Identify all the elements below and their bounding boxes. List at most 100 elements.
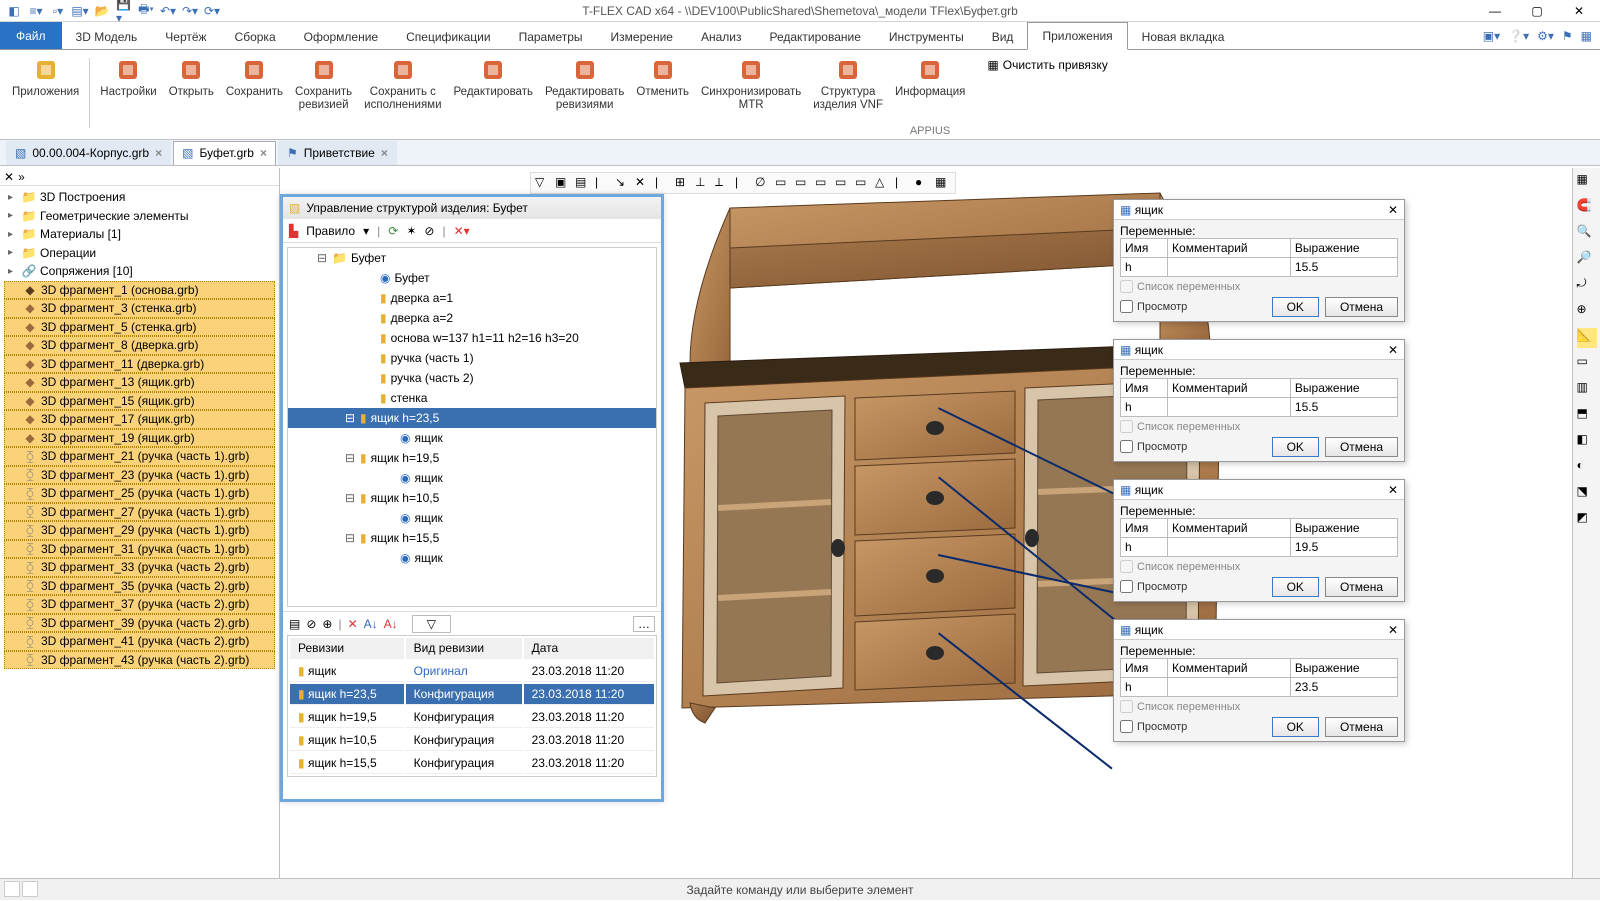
structure-tree-row[interactable]: ▮дверка a=2: [288, 308, 656, 328]
cancel-button[interactable]: Отмена: [1325, 297, 1398, 317]
ribbon-tab[interactable]: Параметры: [505, 22, 597, 49]
ribbon-tab[interactable]: Новая вкладка: [1128, 22, 1239, 49]
ribbon-tab[interactable]: 3D Модель: [62, 22, 152, 49]
ribbon-button[interactable]: Редактировать: [448, 54, 539, 128]
tree-row[interactable]: ◆3D фрагмент_5 (стенка.grb): [4, 318, 275, 337]
ribbon-tab[interactable]: Спецификации: [392, 22, 504, 49]
ribbon-button[interactable]: Структура изделия VNF: [807, 54, 889, 128]
ribbon-button[interactable]: Информация: [889, 54, 971, 128]
maximize-button[interactable]: ▢: [1516, 0, 1558, 22]
dialog-close-icon[interactable]: ✕: [1388, 483, 1398, 497]
help-icon[interactable]: ❔▾: [1508, 29, 1529, 43]
tree-row[interactable]: ⧲3D фрагмент_27 (ручка (часть 1).grb): [4, 503, 275, 522]
ribbon-tab[interactable]: Чертёж: [151, 22, 220, 49]
cancel-button[interactable]: Отмена: [1325, 717, 1398, 737]
tree-row[interactable]: ▸📁Геометрические элементы: [4, 207, 275, 226]
structure-tree-row[interactable]: ⊟📁Буфет: [288, 248, 656, 268]
vars-table[interactable]: ИмяКомментарийВыражение h15.5: [1120, 378, 1398, 417]
structure-tree-row[interactable]: ◉ящик: [288, 428, 656, 448]
refresh-icon[interactable]: ⟳▾: [204, 3, 220, 19]
revision-row[interactable]: ▮ ящик h=19,5Конфигурация23.03.2018 11:2…: [290, 707, 654, 728]
close-tab-icon[interactable]: ×: [381, 146, 388, 160]
tree-row[interactable]: ▸📁3D Построения: [4, 188, 275, 207]
tree-row[interactable]: ◆3D фрагмент_13 (ящик.grb): [4, 373, 275, 392]
close-tab-icon[interactable]: ×: [260, 146, 267, 160]
collapse-ribbon-icon[interactable]: ▣▾: [1483, 29, 1500, 43]
tree-row[interactable]: ⧲3D фрагмент_29 (ручка (часть 1).grb): [4, 521, 275, 540]
ok-button[interactable]: OK: [1272, 297, 1319, 317]
structure-tree[interactable]: ⊟📁Буфет◉Буфет▮дверка a=1▮дверка a=2▮осно…: [287, 247, 657, 607]
cancel-button[interactable]: Отмена: [1325, 437, 1398, 457]
ribbon-button[interactable]: Открыть: [163, 54, 220, 128]
tree-row[interactable]: ⧲3D фрагмент_25 (ручка (часть 1).grb): [4, 484, 275, 503]
panel-menu-icon[interactable]: »: [18, 170, 25, 184]
dialog-close-icon[interactable]: ✕: [1388, 623, 1398, 637]
ribbon-tab[interactable]: Редактирование: [755, 22, 874, 49]
dialog-close-icon[interactable]: ✕: [1388, 203, 1398, 217]
ribbon-button[interactable]: Сохранить: [220, 54, 289, 128]
tree-row[interactable]: ◆3D фрагмент_17 (ящик.grb): [4, 410, 275, 429]
ok-button[interactable]: OK: [1272, 577, 1319, 597]
model-tree[interactable]: ▸📁3D Построения▸📁Геометрические элементы…: [0, 186, 279, 878]
preview-checkbox[interactable]: [1120, 300, 1133, 313]
close-button[interactable]: ✕: [1558, 0, 1600, 22]
ribbon-button[interactable]: Сохранить ревизией: [289, 54, 358, 128]
revision-row[interactable]: ▮ ящик h=10,5Конфигурация23.03.2018 11:2…: [290, 730, 654, 751]
tree-row[interactable]: ⧲3D фрагмент_21 (ручка (часть 1).grb): [4, 447, 275, 466]
tree-row[interactable]: ▸📁Операции: [4, 244, 275, 263]
tree-row[interactable]: ▸📁Материалы [1]: [4, 225, 275, 244]
tree-row[interactable]: ◆3D фрагмент_19 (ящик.grb): [4, 429, 275, 448]
structure-tree-row[interactable]: ◉Буфет: [288, 268, 656, 288]
tree-row[interactable]: ◆3D фрагмент_11 (дверка.grb): [4, 355, 275, 374]
menu-icon[interactable]: ≡▾: [28, 3, 44, 19]
structure-tree-row[interactable]: ◉ящик: [288, 548, 656, 568]
ribbon-tab[interactable]: Анализ: [687, 22, 756, 49]
tree-row[interactable]: ⧲3D фрагмент_33 (ручка (часть 2).grb): [4, 558, 275, 577]
structure-tree-row[interactable]: ▮дверка a=1: [288, 288, 656, 308]
ribbon-tab[interactable]: Оформление: [290, 22, 392, 49]
document-tab[interactable]: ▧00.00.004-Корпус.grb×: [6, 141, 171, 165]
tree-row[interactable]: ◆3D фрагмент_1 (основа.grb): [4, 281, 275, 300]
ribbon-button[interactable]: Приложения: [6, 54, 85, 128]
structure-toolbar[interactable]: ▙ Правило▾ | ⟳✶⊘ | ✕▾: [283, 219, 661, 243]
ribbon-tab[interactable]: Вид: [978, 22, 1028, 49]
new-icon[interactable]: ▫▾: [50, 3, 66, 19]
structure-tree-row[interactable]: ⊟▮ящик h=15,5: [288, 528, 656, 548]
tree-row[interactable]: ◆3D фрагмент_8 (дверка.grb): [4, 336, 275, 355]
grid-icon[interactable]: ▦: [1581, 29, 1592, 43]
ribbon-tab[interactable]: Сборка: [221, 22, 290, 49]
tree-row[interactable]: ⧲3D фрагмент_43 (ручка (часть 2).grb): [4, 651, 275, 670]
minimize-button[interactable]: —: [1474, 0, 1516, 22]
ok-button[interactable]: OK: [1272, 437, 1319, 457]
tree-row[interactable]: ⧲3D фрагмент_41 (ручка (часть 2).grb): [4, 632, 275, 651]
vars-table[interactable]: ИмяКомментарийВыражение h19.5: [1120, 518, 1398, 557]
ribbon-tab[interactable]: Приложения: [1027, 22, 1127, 50]
redo-icon[interactable]: ↷▾: [182, 3, 198, 19]
structure-tree-row[interactable]: ▮ручка (часть 1): [288, 348, 656, 368]
structure-tree-row[interactable]: ⊟▮ящик h=10,5: [288, 488, 656, 508]
ok-button[interactable]: OK: [1272, 717, 1319, 737]
preview-checkbox[interactable]: [1120, 720, 1133, 733]
ribbon-button[interactable]: Синхронизировать MTR: [695, 54, 807, 128]
vars-table[interactable]: ИмяКомментарийВыражение h23.5: [1120, 658, 1398, 697]
revision-row[interactable]: ▮ ящик h=15,5Конфигурация23.03.2018 11:2…: [290, 753, 654, 774]
tree-row[interactable]: ▸🔗Сопряжения [10]: [4, 262, 275, 281]
undo-icon[interactable]: ↶▾: [160, 3, 176, 19]
preview-checkbox[interactable]: [1120, 580, 1133, 593]
revision-row[interactable]: ▮ ящик h=23,5Конфигурация23.03.2018 11:2…: [290, 684, 654, 705]
panel-close-icon[interactable]: ✕: [4, 170, 14, 184]
clear-binding-button[interactable]: Очистить привязку: [1003, 58, 1108, 72]
file-tab[interactable]: Файл: [0, 22, 62, 49]
ribbon-button[interactable]: Редактировать ревизиями: [539, 54, 630, 128]
tree-row[interactable]: ⧲3D фрагмент_37 (ручка (часть 2).grb): [4, 595, 275, 614]
flag-icon[interactable]: ⚑: [1562, 29, 1573, 43]
tree-row[interactable]: ⧲3D фрагмент_31 (ручка (часть 1).grb): [4, 540, 275, 559]
close-tab-icon[interactable]: ×: [155, 146, 162, 160]
ribbon-tab[interactable]: Инструменты: [875, 22, 978, 49]
tree-row[interactable]: ⧲3D фрагмент_23 (ручка (часть 1).grb): [4, 466, 275, 485]
save-icon[interactable]: 💾▾: [116, 3, 132, 19]
tree-row[interactable]: ⧲3D фрагмент_39 (ручка (часть 2).grb): [4, 614, 275, 633]
ribbon-button[interactable]: Отменить: [630, 54, 695, 128]
open-icon[interactable]: ▤▾: [72, 3, 88, 19]
vars-table[interactable]: ИмяКомментарийВыражение h15.5: [1120, 238, 1398, 277]
